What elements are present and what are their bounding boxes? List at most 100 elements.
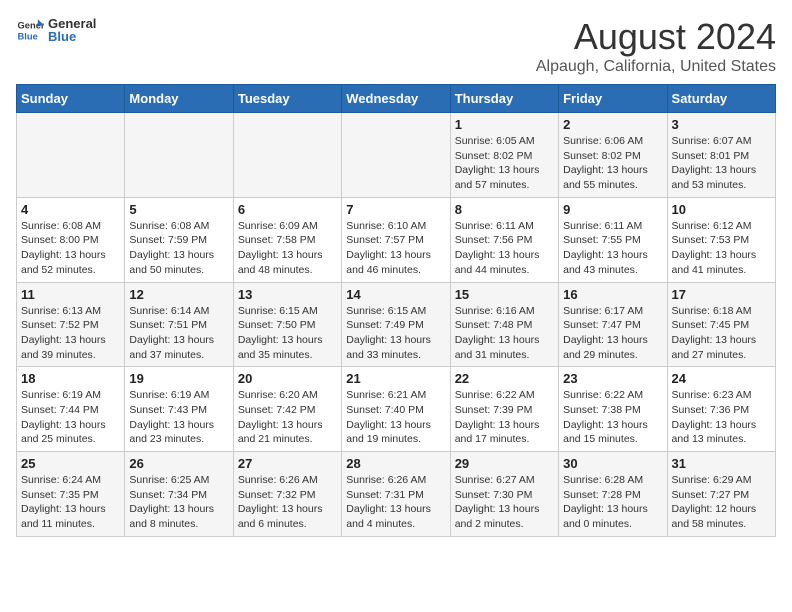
calendar-cell — [125, 113, 233, 198]
day-number: 3 — [672, 117, 771, 132]
calendar-cell: 26 Sunrise: 6:25 AMSunset: 7:34 PMDayligh… — [125, 452, 233, 537]
calendar-cell: 2Sunrise: 6:06 AMSunset: 8:02 PMDaylight… — [559, 113, 667, 198]
calendar-cell: 8 Sunrise: 6:11 AMSunset: 7:56 PMDaylight… — [450, 197, 558, 282]
calendar-cell: 12Sunrise: 6:14 AMSunset: 7:51 PMDayligh… — [125, 282, 233, 367]
svg-text:Blue: Blue — [18, 31, 38, 41]
day-detail: Sunrise: 6:27 AMSunset: 7:30 PMDaylight:… — [455, 473, 554, 532]
day-number: 4 — [21, 202, 120, 217]
day-detail: Sunrise: 6:08 AMSunset: 7:59 PMDaylight:… — [129, 219, 228, 278]
calendar-cell: 14Sunrise: 6:15 AMSunset: 7:49 PMDayligh… — [342, 282, 450, 367]
day-number: 31 — [672, 456, 771, 471]
calendar-cell — [342, 113, 450, 198]
day-detail: Sunrise: 6:29 AMSunset: 7:27 PMDaylight:… — [672, 473, 771, 532]
calendar-cell: 11Sunrise: 6:13 AMSunset: 7:52 PMDayligh… — [17, 282, 125, 367]
day-number: 13 — [238, 287, 337, 302]
day-number: 28 — [346, 456, 445, 471]
day-detail: Sunrise: 6:09 AMSunset: 7:58 PMDaylight:… — [238, 219, 337, 278]
day-number: 15 — [455, 287, 554, 302]
main-title: August 2024 — [536, 16, 776, 58]
title-area: August 2024 Alpaugh, California, United … — [536, 16, 776, 76]
calendar-cell: 23 Sunrise: 6:22 AMSunset: 7:38 PMDayligh… — [559, 367, 667, 452]
day-number: 1 — [455, 117, 554, 132]
logo: General Blue General Blue — [16, 16, 96, 44]
logo-icon: General Blue — [16, 16, 44, 44]
day-detail: Sunrise: 6:14 AMSunset: 7:51 PMDaylight:… — [129, 304, 228, 363]
calendar-cell: 16Sunrise: 6:17 AMSunset: 7:47 PMDayligh… — [559, 282, 667, 367]
day-detail: Sunrise: 6:05 AMSunset: 8:02 PMDaylight:… — [455, 134, 554, 193]
day-detail: Sunrise: 6:08 AMSunset: 8:00 PMDaylight:… — [21, 219, 120, 278]
day-number: 22 — [455, 371, 554, 386]
day-number: 16 — [563, 287, 662, 302]
day-number: 27 — [238, 456, 337, 471]
day-number: 26 — [129, 456, 228, 471]
day-detail: Sunrise: 6:15 AMSunset: 7:50 PMDaylight:… — [238, 304, 337, 363]
weekday-header-wednesday: Wednesday — [342, 85, 450, 113]
page-header: General Blue General Blue August 2024 Al… — [16, 16, 776, 76]
day-number: 11 — [21, 287, 120, 302]
day-detail: Sunrise: 6:11 AMSunset: 7:56 PMDaylight:… — [455, 219, 554, 278]
day-detail: Sunrise: 6:22 AMSunset: 7:38 PMDaylight:… — [563, 388, 662, 447]
calendar-cell: 15 Sunrise: 6:16 AMSunset: 7:48 PMDayligh… — [450, 282, 558, 367]
calendar-cell: 10 Sunrise: 6:12 AMSunset: 7:53 PMDayligh… — [667, 197, 775, 282]
day-number: 25 — [21, 456, 120, 471]
calendar-cell: 18 Sunrise: 6:19 AMSunset: 7:44 PMDayligh… — [17, 367, 125, 452]
day-number: 14 — [346, 287, 445, 302]
calendar-cell: 17 Sunrise: 6:18 AMSunset: 7:45 PMDayligh… — [667, 282, 775, 367]
day-detail: Sunrise: 6:25 AMSunset: 7:34 PMDaylight:… — [129, 473, 228, 532]
day-detail: Sunrise: 6:26 AMSunset: 7:32 PMDaylight:… — [238, 473, 337, 532]
day-number: 8 — [455, 202, 554, 217]
logo-blue-text: Blue — [48, 30, 96, 43]
weekday-header-sunday: Sunday — [17, 85, 125, 113]
weekday-header-thursday: Thursday — [450, 85, 558, 113]
calendar-cell: 5 Sunrise: 6:08 AMSunset: 7:59 PMDaylight… — [125, 197, 233, 282]
day-number: 2 — [563, 117, 662, 132]
day-number: 19 — [129, 371, 228, 386]
weekday-header-monday: Monday — [125, 85, 233, 113]
calendar-week-row: 18 Sunrise: 6:19 AMSunset: 7:44 PMDayligh… — [17, 367, 776, 452]
calendar-cell: 6 Sunrise: 6:09 AMSunset: 7:58 PMDaylight… — [233, 197, 341, 282]
day-number: 17 — [672, 287, 771, 302]
day-detail: Sunrise: 6:23 AMSunset: 7:36 PMDaylight:… — [672, 388, 771, 447]
day-number: 21 — [346, 371, 445, 386]
day-detail: Sunrise: 6:16 AMSunset: 7:48 PMDaylight:… — [455, 304, 554, 363]
day-detail: Sunrise: 6:10 AMSunset: 7:57 PMDaylight:… — [346, 219, 445, 278]
calendar-week-row: 11Sunrise: 6:13 AMSunset: 7:52 PMDayligh… — [17, 282, 776, 367]
calendar-cell: 22Sunrise: 6:22 AMSunset: 7:39 PMDayligh… — [450, 367, 558, 452]
weekday-header-saturday: Saturday — [667, 85, 775, 113]
calendar-cell: 24 Sunrise: 6:23 AMSunset: 7:36 PMDayligh… — [667, 367, 775, 452]
day-detail: Sunrise: 6:28 AMSunset: 7:28 PMDaylight:… — [563, 473, 662, 532]
day-detail: Sunrise: 6:19 AMSunset: 7:43 PMDaylight:… — [129, 388, 228, 447]
day-number: 10 — [672, 202, 771, 217]
day-number: 29 — [455, 456, 554, 471]
day-number: 18 — [21, 371, 120, 386]
calendar-week-row: 25 Sunrise: 6:24 AMSunset: 7:35 PMDayligh… — [17, 452, 776, 537]
weekday-header-tuesday: Tuesday — [233, 85, 341, 113]
day-number: 5 — [129, 202, 228, 217]
day-number: 9 — [563, 202, 662, 217]
calendar-cell: 1 Sunrise: 6:05 AMSunset: 8:02 PMDaylight… — [450, 113, 558, 198]
day-number: 6 — [238, 202, 337, 217]
calendar-cell: 25 Sunrise: 6:24 AMSunset: 7:35 PMDayligh… — [17, 452, 125, 537]
day-detail: Sunrise: 6:19 AMSunset: 7:44 PMDaylight:… — [21, 388, 120, 447]
calendar-cell: 29 Sunrise: 6:27 AMSunset: 7:30 PMDayligh… — [450, 452, 558, 537]
day-number: 20 — [238, 371, 337, 386]
day-detail: Sunrise: 6:26 AMSunset: 7:31 PMDaylight:… — [346, 473, 445, 532]
calendar-cell: 31 Sunrise: 6:29 AMSunset: 7:27 PMDayligh… — [667, 452, 775, 537]
day-detail: Sunrise: 6:20 AMSunset: 7:42 PMDaylight:… — [238, 388, 337, 447]
day-detail: Sunrise: 6:18 AMSunset: 7:45 PMDaylight:… — [672, 304, 771, 363]
calendar-cell: 3Sunrise: 6:07 AMSunset: 8:01 PMDaylight… — [667, 113, 775, 198]
calendar-cell: 4 Sunrise: 6:08 AMSunset: 8:00 PMDaylight… — [17, 197, 125, 282]
calendar-cell — [233, 113, 341, 198]
calendar-cell: 27 Sunrise: 6:26 AMSunset: 7:32 PMDayligh… — [233, 452, 341, 537]
day-detail: Sunrise: 6:12 AMSunset: 7:53 PMDaylight:… — [672, 219, 771, 278]
day-detail: Sunrise: 6:24 AMSunset: 7:35 PMDaylight:… — [21, 473, 120, 532]
calendar-cell: 13 Sunrise: 6:15 AMSunset: 7:50 PMDayligh… — [233, 282, 341, 367]
day-number: 24 — [672, 371, 771, 386]
day-number: 30 — [563, 456, 662, 471]
calendar-cell: 9Sunrise: 6:11 AMSunset: 7:55 PMDaylight… — [559, 197, 667, 282]
calendar-week-row: 4 Sunrise: 6:08 AMSunset: 8:00 PMDaylight… — [17, 197, 776, 282]
weekday-header-friday: Friday — [559, 85, 667, 113]
calendar-cell: 28 Sunrise: 6:26 AMSunset: 7:31 PMDayligh… — [342, 452, 450, 537]
calendar-week-row: 1 Sunrise: 6:05 AMSunset: 8:02 PMDaylight… — [17, 113, 776, 198]
day-number: 23 — [563, 371, 662, 386]
